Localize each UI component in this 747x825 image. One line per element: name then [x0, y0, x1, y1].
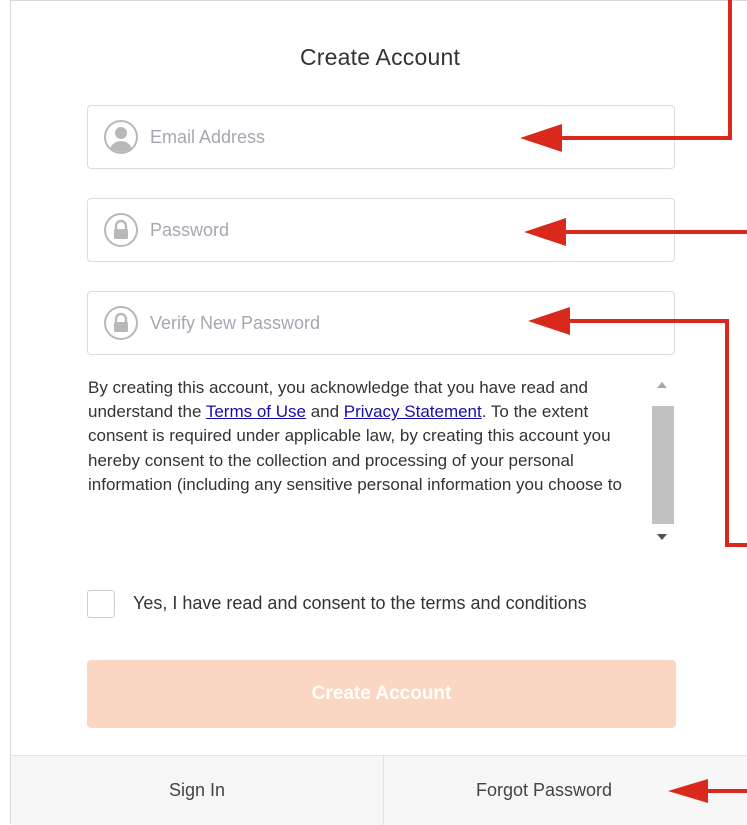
consent-label[interactable]: Yes, I have read and consent to the term…	[133, 593, 587, 614]
terms-text-and: and	[305, 402, 344, 422]
page-title: Create Account	[299, 44, 461, 70]
privacy-statement-link[interactable]: Privacy Statement	[344, 402, 482, 421]
footer-bar: Sign In Forgot Password	[11, 755, 747, 825]
terms-text-box[interactable]: By creating this account, you acknowledg…	[88, 376, 660, 546]
user-icon	[104, 120, 138, 154]
lock-icon	[104, 213, 138, 247]
sign-in-link[interactable]: Sign In	[11, 756, 383, 825]
password-field[interactable]	[87, 198, 675, 262]
scroll-thumb[interactable]	[652, 406, 674, 524]
verify-password-input[interactable]	[150, 306, 650, 340]
consent-checkbox[interactable]	[87, 590, 115, 618]
terms-text: By creating this account, you acknowledg…	[88, 376, 648, 497]
create-account-button[interactable]: Create Account	[87, 660, 676, 728]
lock-icon	[104, 306, 138, 340]
terms-scrollbar[interactable]	[652, 376, 674, 546]
email-field[interactable]	[87, 105, 675, 169]
scroll-up-icon[interactable]	[657, 382, 667, 388]
scroll-down-icon[interactable]	[657, 534, 667, 540]
terms-of-use-link[interactable]: Terms of Use	[206, 402, 306, 421]
verify-password-field[interactable]	[87, 291, 675, 355]
forgot-password-link[interactable]: Forgot Password	[384, 756, 704, 825]
email-input[interactable]	[150, 120, 650, 154]
password-input[interactable]	[150, 213, 650, 247]
